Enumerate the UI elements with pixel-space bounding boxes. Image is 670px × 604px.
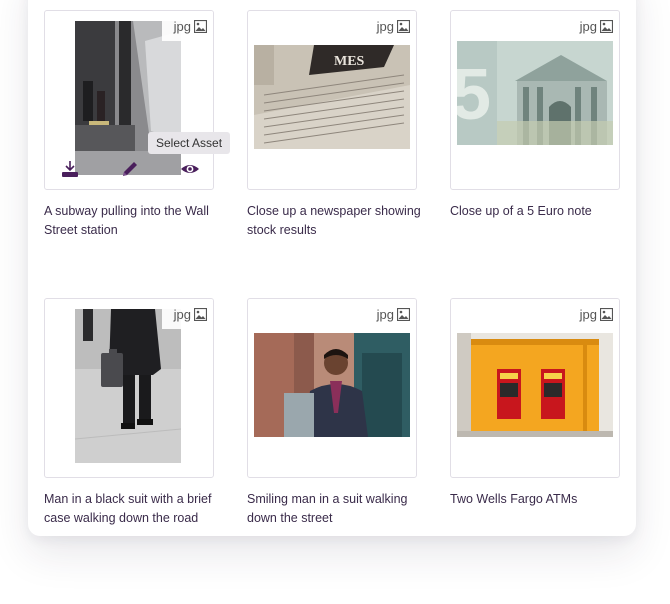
edit-pencil-icon[interactable] xyxy=(119,158,141,180)
asset-card-briefcase-man[interactable]: jpg xyxy=(44,298,214,478)
file-type-label: jpg xyxy=(579,306,597,322)
asset-card-subway[interactable]: jpg xyxy=(44,10,214,190)
eye-icon[interactable] xyxy=(179,158,201,180)
file-type-label: jpg xyxy=(376,18,394,34)
file-type-label: jpg xyxy=(376,306,394,322)
select-asset-tooltip: Select Asset xyxy=(148,132,231,154)
image-file-icon xyxy=(194,19,207,33)
file-type-badge: jpg xyxy=(161,11,213,41)
image-file-icon xyxy=(600,307,613,321)
asset-card-smiling-man[interactable]: jpg xyxy=(247,298,417,478)
file-type-badge: jpg xyxy=(567,11,619,41)
asset-caption: Close up of a 5 Euro note xyxy=(450,204,592,218)
asset-caption: Two Wells Fargo ATMs xyxy=(450,492,578,506)
asset-card-atms[interactable]: jpg xyxy=(450,298,620,478)
asset-thumbnail xyxy=(457,333,613,437)
asset-card-newspaper[interactable]: MES jpg xyxy=(247,10,417,190)
asset-card-euro-note[interactable]: 5 jpg xyxy=(450,10,620,190)
asset-caption: Smiling man in a suit walking down the s… xyxy=(247,492,408,525)
image-file-icon xyxy=(397,19,410,33)
file-type-badge: jpg xyxy=(161,299,213,329)
asset-thumbnail: MES xyxy=(254,45,410,149)
asset-caption: Close up a newspaper showing stock resul… xyxy=(247,204,421,237)
image-file-icon xyxy=(600,19,613,33)
svg-text:5: 5 xyxy=(457,55,491,135)
image-file-icon xyxy=(194,307,207,321)
asset-thumbnail: 5 xyxy=(457,41,613,145)
asset-grid-panel: jpg Select Asset A subway pulling into t… xyxy=(28,0,636,536)
asset-hover-actions xyxy=(59,155,201,183)
asset-caption: Man in a black suit with a brief case wa… xyxy=(44,492,212,525)
asset-thumbnail xyxy=(254,333,410,437)
file-type-badge: jpg xyxy=(364,299,416,329)
image-file-icon xyxy=(397,307,410,321)
download-icon[interactable] xyxy=(59,158,81,180)
asset-caption: A subway pulling into the Wall Street st… xyxy=(44,204,209,237)
file-type-label: jpg xyxy=(173,18,191,34)
svg-text:MES: MES xyxy=(334,54,365,69)
file-type-badge: jpg xyxy=(567,299,619,329)
file-type-badge: jpg xyxy=(364,11,416,41)
file-type-label: jpg xyxy=(579,18,597,34)
asset-thumbnail xyxy=(75,309,181,463)
file-type-label: jpg xyxy=(173,306,191,322)
